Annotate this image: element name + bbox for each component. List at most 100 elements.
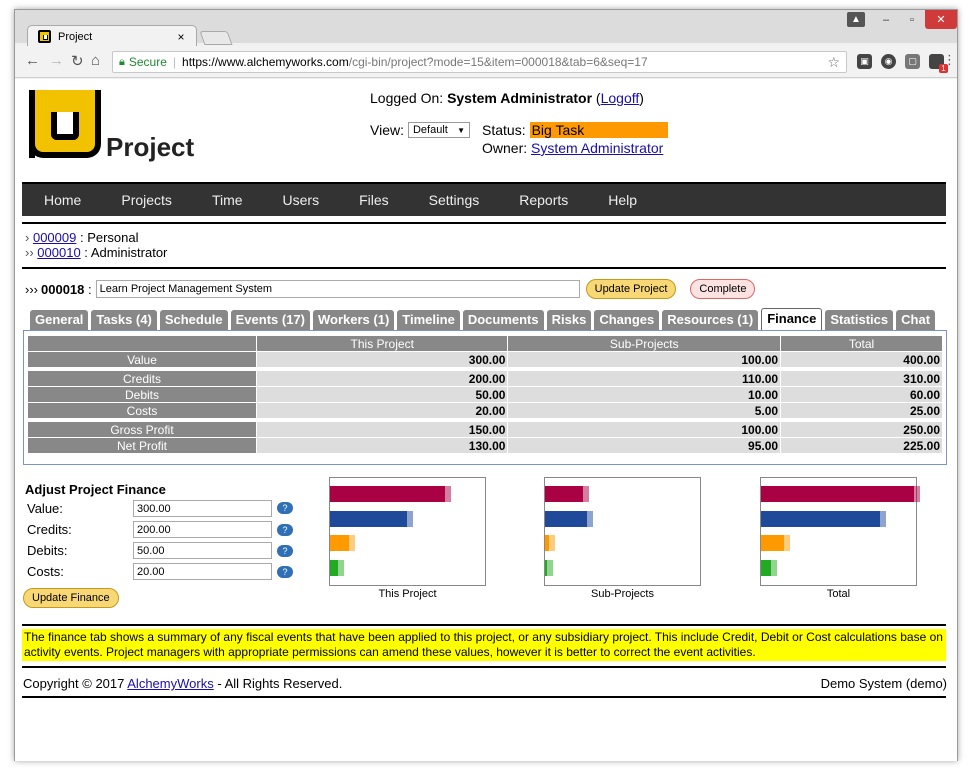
- help-icon[interactable]: ?: [277, 545, 293, 557]
- tab-close-icon[interactable]: ×: [174, 30, 188, 44]
- chart-bar-debits: [545, 535, 555, 551]
- new-tab-button[interactable]: [199, 31, 233, 45]
- complete-button[interactable]: Complete: [690, 279, 756, 299]
- column-header: Total: [781, 336, 942, 351]
- browser-window: Project × ▲ – ▫ ✕ ← → ↻ ⌂ 🔒︎ Secure | ht…: [14, 9, 958, 761]
- browser-tab[interactable]: Project ×: [27, 25, 197, 47]
- credits-input[interactable]: 200.00: [133, 521, 272, 538]
- user-icon[interactable]: ▲: [847, 12, 865, 27]
- update-finance-button[interactable]: Update Finance: [23, 588, 119, 608]
- table-cell: 300.00: [257, 352, 508, 367]
- owner-line: Owner: System Administrator: [482, 140, 663, 156]
- table-cell: 10.00: [508, 387, 781, 402]
- row-label: Value: [28, 352, 256, 367]
- breadcrumb-item: ›› 000010 : Administrator: [25, 245, 168, 260]
- home-icon[interactable]: ⌂: [91, 52, 100, 69]
- status-label: Status:: [482, 122, 526, 138]
- adjust-row-credits: Credits: 200.00: [27, 521, 272, 538]
- tab-risks[interactable]: Risks: [546, 310, 592, 331]
- view-select-value: Default: [412, 124, 448, 136]
- extension-icon-1[interactable]: ▣: [857, 54, 872, 69]
- logged-on-line: Logged On: System Administrator (Logoff): [370, 90, 644, 106]
- bookmark-star-icon[interactable]: ☆: [827, 54, 840, 71]
- reload-icon[interactable]: ↻: [71, 52, 84, 70]
- menu-item-time[interactable]: Time: [190, 192, 261, 208]
- app-name: Project: [106, 132, 195, 162]
- tab-finance[interactable]: Finance: [761, 308, 823, 331]
- address-separator: |: [172, 55, 177, 69]
- column-header: This Project: [257, 336, 508, 351]
- menu-item-help[interactable]: Help: [586, 192, 655, 208]
- breadcrumb-link-administrator[interactable]: 000010: [37, 245, 80, 260]
- browser-toolbar: ← → ↻ ⌂ 🔒︎ Secure | https://www.alchemyw…: [15, 46, 957, 78]
- chart-bar-debits: [761, 535, 790, 551]
- field-label: Debits:: [27, 543, 68, 558]
- back-icon[interactable]: ←: [25, 52, 40, 69]
- field-label: Value:: [27, 501, 63, 516]
- extension-icon-4[interactable]: 1: [929, 54, 948, 73]
- table-row: Gross Profit 150.00 100.00 250.00: [28, 422, 942, 437]
- maximize-button[interactable]: ▫: [899, 10, 925, 29]
- tab-workers[interactable]: Workers (1): [313, 310, 395, 331]
- menu-item-projects[interactable]: Projects: [99, 192, 190, 208]
- owner-link[interactable]: System Administrator: [531, 140, 663, 156]
- project-prefix: ›››: [25, 281, 38, 297]
- close-button[interactable]: ✕: [925, 10, 957, 29]
- menu-item-home[interactable]: Home: [22, 192, 99, 208]
- costs-input[interactable]: 20.00: [133, 563, 272, 580]
- tab-chat[interactable]: Chat: [896, 310, 936, 331]
- page-viewport: Project Logged On: System Administrator …: [15, 79, 957, 761]
- chart-this-project: [329, 477, 486, 586]
- forward-icon[interactable]: →: [49, 52, 64, 69]
- tab-statistics[interactable]: Statistics: [825, 310, 894, 331]
- extension-icon-3[interactable]: ▢: [905, 54, 920, 69]
- value-input[interactable]: 300.00: [133, 500, 272, 517]
- tab-timeline[interactable]: Timeline: [397, 310, 460, 331]
- column-header: [28, 336, 256, 351]
- table-header-row: This Project Sub-Projects Total: [28, 336, 942, 351]
- tab-title: Project: [58, 30, 93, 43]
- help-icon[interactable]: ?: [277, 566, 293, 578]
- project-name-input[interactable]: Learn Project Management System: [95, 280, 580, 298]
- breadcrumb-item: › 000009 : Personal: [25, 230, 139, 245]
- table-cell: 95.00: [508, 438, 781, 453]
- lock-icon: 🔒︎: [119, 55, 125, 68]
- menu-item-reports[interactable]: Reports: [497, 192, 586, 208]
- browser-menu-icon[interactable]: ⋮: [943, 52, 956, 68]
- finance-info-box: The finance tab shows a summary of any f…: [22, 629, 946, 661]
- tab-resources[interactable]: Resources (1): [662, 310, 759, 331]
- tab-general[interactable]: General: [30, 310, 89, 331]
- menu-item-settings[interactable]: Settings: [407, 192, 498, 208]
- table-cell: 5.00: [508, 403, 781, 418]
- table-row: Value 300.00 100.00 400.00: [28, 352, 942, 367]
- tab-documents[interactable]: Documents: [462, 310, 544, 331]
- menu-item-users[interactable]: Users: [261, 192, 338, 208]
- status-badge: Big Task: [529, 122, 668, 138]
- table-cell: 110.00: [508, 371, 781, 386]
- address-bar[interactable]: 🔒︎ Secure | https://www.alchemyworks.com…: [112, 51, 847, 73]
- tab-tasks[interactable]: Tasks (4): [91, 310, 157, 331]
- company-link[interactable]: AlchemyWorks: [127, 676, 213, 691]
- field-label: Credits:: [27, 522, 72, 537]
- view-select[interactable]: Default ▼: [407, 122, 470, 138]
- menu-item-files[interactable]: Files: [337, 192, 407, 208]
- minimize-button[interactable]: –: [873, 10, 899, 29]
- extension-icon-2[interactable]: ◉: [881, 54, 896, 69]
- chart-bar-costs: [761, 560, 777, 576]
- table-cell: 100.00: [508, 352, 781, 367]
- update-project-button[interactable]: Update Project: [585, 279, 677, 299]
- browser-titlebar: Project × ▲ – ▫ ✕: [15, 10, 957, 47]
- debits-input[interactable]: 50.00: [133, 542, 272, 559]
- finance-table: This Project Sub-Projects Total Value 30…: [27, 335, 943, 454]
- tab-changes[interactable]: Changes: [594, 310, 660, 331]
- tab-schedule[interactable]: Schedule: [159, 310, 228, 331]
- help-icon[interactable]: ?: [277, 502, 293, 514]
- divider: [22, 666, 946, 668]
- tab-events[interactable]: Events (17): [230, 310, 310, 331]
- row-label: Net Profit: [28, 438, 256, 453]
- logoff-link[interactable]: Logoff: [601, 90, 640, 106]
- help-icon[interactable]: ?: [277, 524, 293, 536]
- breadcrumb-link-personal[interactable]: 000009: [33, 230, 76, 245]
- app-logo: [29, 90, 101, 162]
- chart-bar-credits: [330, 511, 413, 527]
